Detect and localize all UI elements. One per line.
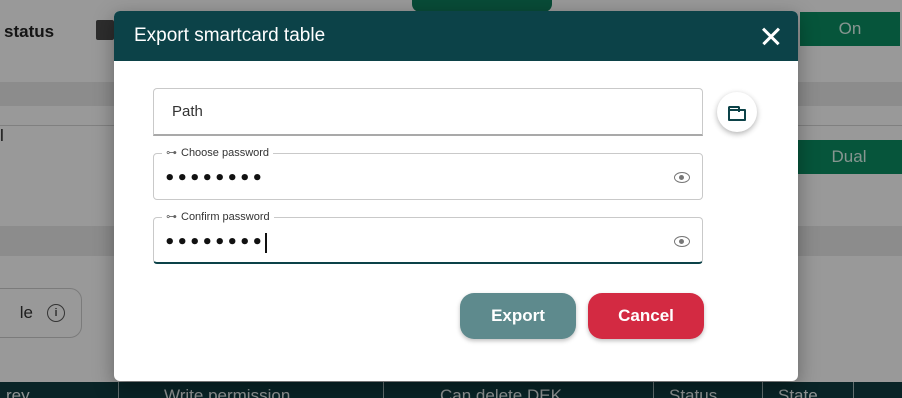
confirm-password-field[interactable]: ⊶ Confirm password •••••••• — [153, 210, 703, 264]
browse-folder-button[interactable] — [717, 92, 757, 132]
confirm-password-legend: ⊶ Confirm password — [162, 210, 274, 223]
confirm-password-value: •••••••• — [164, 232, 265, 253]
choose-password-legend: ⊶ Choose password — [162, 146, 274, 159]
confirm-password-label: Confirm password — [181, 210, 270, 223]
close-icon[interactable] — [758, 23, 784, 49]
dialog-header: Export smartcard table — [114, 11, 798, 61]
export-smartcard-dialog: Export smartcard table Path ⊶ Choose pas… — [114, 11, 798, 381]
text-caret — [265, 233, 267, 253]
choose-password-label: Choose password — [181, 146, 270, 159]
export-button[interactable]: Export — [460, 293, 576, 339]
eye-icon[interactable] — [674, 172, 690, 183]
path-placeholder: Path — [172, 103, 203, 120]
key-icon: ⊶ — [166, 147, 177, 159]
folder-icon — [728, 105, 746, 121]
choose-password-value: •••••••• — [164, 168, 265, 189]
choose-password-field[interactable]: ⊶ Choose password •••••••• — [153, 146, 703, 200]
eye-icon[interactable] — [674, 236, 690, 247]
path-input[interactable]: Path — [153, 88, 703, 136]
key-icon: ⊶ — [166, 211, 177, 223]
cancel-button[interactable]: Cancel — [588, 293, 704, 339]
dialog-title: Export smartcard table — [134, 25, 326, 46]
confirm-password-value-wrap: •••••••• — [164, 232, 267, 253]
